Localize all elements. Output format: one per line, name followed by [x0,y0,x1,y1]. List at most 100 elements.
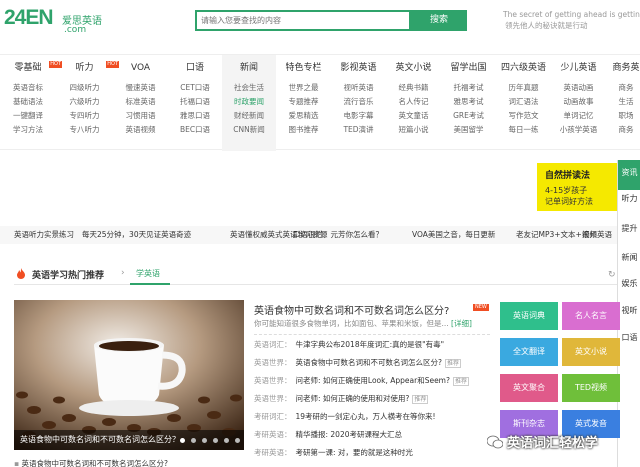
nav-link[interactable]: 慢速英语 [113,81,168,95]
nav-link[interactable]: 英语音标 [0,81,56,95]
nav-link[interactable]: 经典书籍 [386,81,441,95]
nav-heading[interactable]: 特色专栏 [276,55,331,81]
quick-tile[interactable]: 全文翻译 [500,338,558,366]
list-item-title[interactable]: 精华播报: 2020考研课程大汇总 [296,430,403,439]
quick-tile[interactable]: TED视频 [562,374,620,402]
site-logo[interactable]: 24EN 爱思英语 .com [4,6,124,40]
nav-link[interactable]: 视听英语 [331,81,386,95]
nav-link[interactable]: 单词记忆 [551,109,606,123]
nav-link[interactable]: 四级听力 [56,81,113,95]
nav-link[interactable]: 职场 [606,109,640,123]
nav-heading[interactable]: 零基础 HOT [0,55,62,81]
search-button[interactable]: 搜索 [411,10,467,31]
nav-heading[interactable]: 新闻 [222,55,276,81]
nav-link[interactable]: 商务 [606,123,640,137]
list-item-category[interactable]: 英语世界： [254,394,292,403]
side-menu-item[interactable]: 娱乐 [618,278,640,290]
nav-link[interactable]: CNN新闻 [222,123,276,137]
list-item-title[interactable]: 问老师: 如何正确使用Look, Appear和Seem? [296,376,450,385]
nav-link[interactable]: 美国留学 [441,123,496,137]
ticker-link[interactable]: 每天25分钟，30天见证英语奇迹 [82,226,191,244]
list-item-category[interactable]: 考研英语： [254,430,292,439]
nav-heading[interactable]: 影视英语 [331,55,386,81]
list-item[interactable]: 英语词汇： 牛津字典公布2018年度词汇:真的是很"有毒" [254,339,444,350]
nav-link[interactable]: 社会生活 [222,81,276,95]
nav-link[interactable]: 生活 [606,95,640,109]
list-item[interactable]: 英语世界： 英语食物中可数名词和不可数名词怎么区分? 推荐 [254,357,461,368]
featured-article-title[interactable]: 英语食物中可数名词和不可数名词怎么区分? [254,302,449,317]
nav-heading[interactable]: 留学出国 [441,55,496,81]
list-item[interactable]: 考研词汇： 19考研的一剑定心丸，万人横考在等你来! [254,411,436,422]
list-item-title[interactable]: 19考研的一剑定心丸，万人横考在等你来! [296,412,436,421]
bottom-list-item[interactable]: ▪ 英语食物中可数名词和不可数名词怎么区分? [14,458,168,467]
side-menu-item[interactable]: 资讯 [618,160,640,190]
carousel-dot[interactable] [202,438,207,443]
nav-link[interactable]: 写作范文 [496,109,551,123]
nav-link[interactable]: 名人传记 [386,95,441,109]
list-item-category[interactable]: 英语世界： [254,376,292,385]
nav-link[interactable]: 六级听力 [56,95,113,109]
search-input[interactable] [197,12,409,29]
list-item-category[interactable]: 英语词汇： [254,340,292,349]
side-menu-item[interactable]: 听力 [618,193,640,205]
side-menu-item[interactable]: 提升 [618,223,640,235]
nav-link[interactable]: 专八听力 [56,123,113,137]
carousel-dot[interactable] [191,438,196,443]
side-menu-item[interactable]: 新闻 [618,252,640,264]
carousel-dot[interactable] [235,438,240,443]
nav-link[interactable]: 雅思口语 [168,109,222,123]
nav-link[interactable]: 专题推荐 [276,95,331,109]
quick-tile[interactable]: 名人名言 [562,302,620,330]
nav-link[interactable]: CET口语 [168,81,222,95]
list-item-category[interactable]: 英语世界： [254,358,292,367]
carousel-dot[interactable] [224,438,229,443]
nav-link[interactable]: 托福考试 [441,81,496,95]
nav-link[interactable]: 词汇语法 [496,95,551,109]
phonics-promo-banner[interactable]: 自然拼读法 4-15岁孩子 记单词好方法 [537,163,617,211]
quick-tile[interactable]: 英语词典 [500,302,558,330]
list-item-title[interactable]: 考研第一课: 对，要的就是这种时光 [296,448,413,457]
nav-link[interactable]: 财经新闻 [222,109,276,123]
list-item-category[interactable]: 考研词汇： [254,412,292,421]
list-item-title[interactable]: 英语食物中可数名词和不可数名词怎么区分? [296,358,442,367]
list-item[interactable]: 英语世界： 问老师: 如何正确使用Look, Appear和Seem? 推荐 [254,375,469,386]
side-menu-item[interactable]: 视听 [618,305,640,317]
ticker-link[interactable]: 滚州英语 [582,226,612,244]
nav-link[interactable]: 基础语法 [0,95,56,109]
nav-link[interactable]: 小孩学英语 [551,123,606,137]
nav-link[interactable]: 流行音乐 [331,95,386,109]
hero-coffee-image[interactable] [14,300,244,450]
carousel-dot[interactable] [213,438,218,443]
hero-caption[interactable]: 英语食物中可数名词和不可数名词怎么区分？ [20,434,180,445]
nav-link[interactable]: BEC口语 [168,123,222,137]
details-link[interactable]: [详细] [451,319,472,328]
list-item-category[interactable]: 考研英语： [254,448,292,457]
list-item[interactable]: 考研英语： 考研第一课: 对，要的就是这种时光 [254,447,413,458]
nav-heading[interactable]: 商务英 [606,55,640,81]
nav-heading[interactable]: 英文小说 [386,55,441,81]
nav-link[interactable]: 英语视频 [113,123,168,137]
nav-link[interactable]: 习惯用语 [113,109,168,123]
quick-tile[interactable]: 英文小说 [562,338,620,366]
nav-link[interactable]: 时政要闻 [222,95,276,109]
nav-heading[interactable]: 四六级英语 [496,55,551,81]
nav-link[interactable]: 标准英语 [113,95,168,109]
nav-link[interactable]: TED演讲 [331,123,386,137]
nav-heading[interactable]: 口语 [168,55,222,81]
nav-link[interactable]: 电影字幕 [331,109,386,123]
nav-link[interactable]: 雅思考试 [441,95,496,109]
nav-link[interactable]: GRE考试 [441,109,496,123]
nav-link[interactable]: 英文童话 [386,109,441,123]
nav-link[interactable]: 世界之最 [276,81,331,95]
nav-link[interactable]: 托福口语 [168,95,222,109]
nav-link[interactable]: 学习方法 [0,123,56,137]
nav-link[interactable]: 图书推荐 [276,123,331,137]
nav-link[interactable]: 专四听力 [56,109,113,123]
nav-link[interactable]: 一键翻译 [0,109,56,123]
nav-link[interactable]: 爱思精选 [276,109,331,123]
quick-tile[interactable]: 英文聚合 [500,374,558,402]
tab-learn-english[interactable]: 学英语 [136,268,160,279]
nav-link[interactable]: 动画故事 [551,95,606,109]
nav-link[interactable]: 每日一练 [496,123,551,137]
list-item[interactable]: 考研英语： 精华播报: 2020考研课程大汇总 [254,429,402,440]
